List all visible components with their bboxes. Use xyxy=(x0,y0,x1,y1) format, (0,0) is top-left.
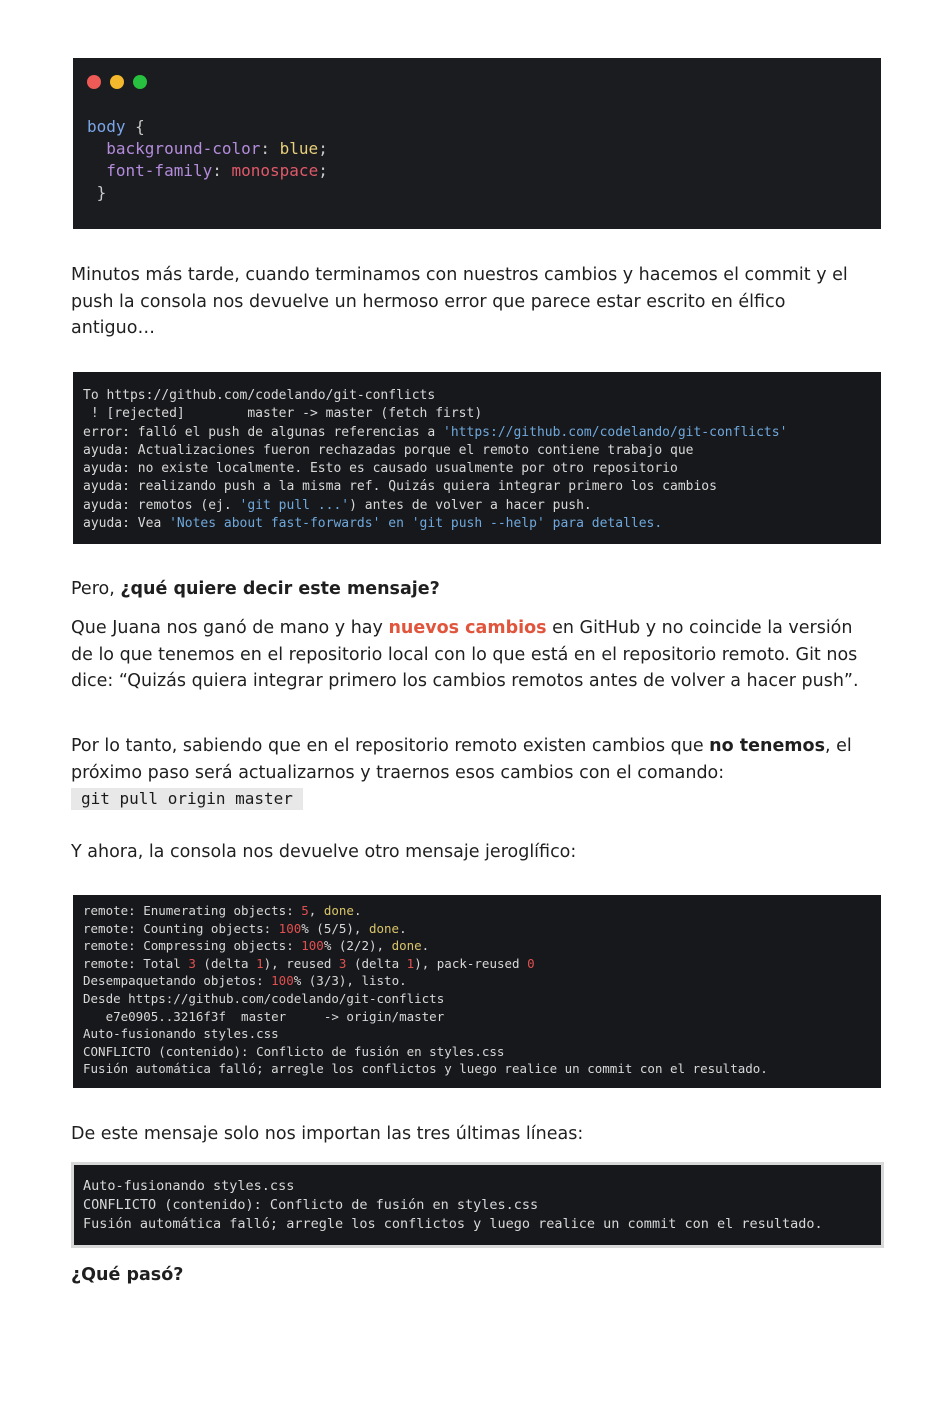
terminal-line: remote: Enumerating objects: 5, done. xyxy=(83,903,362,918)
terminal-line: ayuda: Vea 'Notes about fast-forwards' e… xyxy=(83,516,663,532)
css-open-brace: { xyxy=(125,117,145,136)
maximize-dot-icon xyxy=(133,75,147,89)
terminal-line: error: falló el push de algunas referenc… xyxy=(83,424,788,440)
paragraph-next-step: Por lo tanto, sabiendo que en el reposit… xyxy=(71,733,861,813)
css-property: background-color xyxy=(106,139,261,158)
next-step-text: Por lo tanto, sabiendo que en el reposit… xyxy=(71,736,710,756)
highlight-text: nuevos cambios xyxy=(388,618,547,638)
heading-what-happened: ¿Qué pasó? xyxy=(71,1265,184,1285)
terminal-line: Auto-fusionando styles.css xyxy=(83,1178,295,1194)
terminal-line: ayuda: remotos (ej. 'git pull ...') ante… xyxy=(83,497,592,513)
close-dot-icon xyxy=(87,75,101,89)
terminal-line: Desempaquetando objetos: 100% (3/3), lis… xyxy=(83,973,407,989)
terminal-line: CONFLICTO (contenido): Conflicto de fusi… xyxy=(83,1043,505,1059)
terminal-pull-output: remote: Enumerating objects: 5, done. re… xyxy=(73,895,881,1088)
terminal-line: ! [rejected] master -> master (fetch fir… xyxy=(83,406,483,422)
css-value: blue xyxy=(279,139,319,158)
question-prefix: Pero, xyxy=(71,579,121,599)
terminal-line: To https://github.com/codelando/git-conf… xyxy=(83,388,436,403)
terminal-line: Fusión automática falló; arregle los con… xyxy=(83,1061,768,1077)
terminal-line: ayuda: no existe localmente. Esto es cau… xyxy=(83,461,678,477)
paragraph-last-lines: De este mensaje solo nos importan las tr… xyxy=(71,1124,584,1144)
explanation-text: Que Juana nos ganó de mano y hay xyxy=(71,618,389,638)
window-controls xyxy=(87,75,147,89)
terminal-push-error: To https://github.com/codelando/git-conf… xyxy=(73,372,881,544)
terminal-line: remote: Compressing objects: 100% (2/2),… xyxy=(83,938,430,954)
css-code-window: body { background-color: blue; font-fami… xyxy=(73,58,881,229)
question-bold: ¿qué quiere decir este mensaje? xyxy=(120,579,440,599)
terminal-line: Auto-fusionando styles.css xyxy=(83,1026,279,1042)
paragraph-intro: Minutos más tarde, cuando terminamos con… xyxy=(71,265,848,338)
terminal-line: ayuda: Actualizaciones fueron rechazadas… xyxy=(83,442,694,458)
css-value: monospace xyxy=(231,161,319,180)
terminal-line: ayuda: realizando push a la misma ref. Q… xyxy=(83,479,717,495)
terminal-conflict-lines: Auto-fusionando styles.css CONFLICTO (co… xyxy=(71,1162,884,1248)
css-property: font-family xyxy=(106,161,213,180)
terminal-line: remote: Counting objects: 100% (5/5), do… xyxy=(83,920,407,936)
paragraph-second-message: Y ahora, la consola nos devuelve otro me… xyxy=(71,842,577,862)
terminal-line: remote: Total 3 (delta 1), reused 3 (del… xyxy=(83,955,535,971)
css-code: body { background-color: blue; font-fami… xyxy=(87,117,328,202)
terminal-line: e7e0905..3216f3f master -> origin/master xyxy=(83,1008,445,1024)
css-close-brace: } xyxy=(96,183,107,202)
minimize-dot-icon xyxy=(110,75,124,89)
terminal-line: Fusión automática falló; arregle los con… xyxy=(83,1216,823,1232)
css-selector: body xyxy=(87,117,126,136)
next-step-bold: no tenemos xyxy=(709,736,825,756)
inline-code-command: git pull origin master xyxy=(71,788,303,810)
terminal-line: CONFLICTO (contenido): Conflicto de fusi… xyxy=(83,1197,539,1213)
paragraph-question: Pero, ¿qué quiere decir este mensaje? xyxy=(71,576,861,603)
paragraph-explanation: Que Juana nos ganó de mano y hay nuevos … xyxy=(71,615,861,695)
terminal-line: Desde https://github.com/codelando/git-c… xyxy=(83,990,445,1006)
